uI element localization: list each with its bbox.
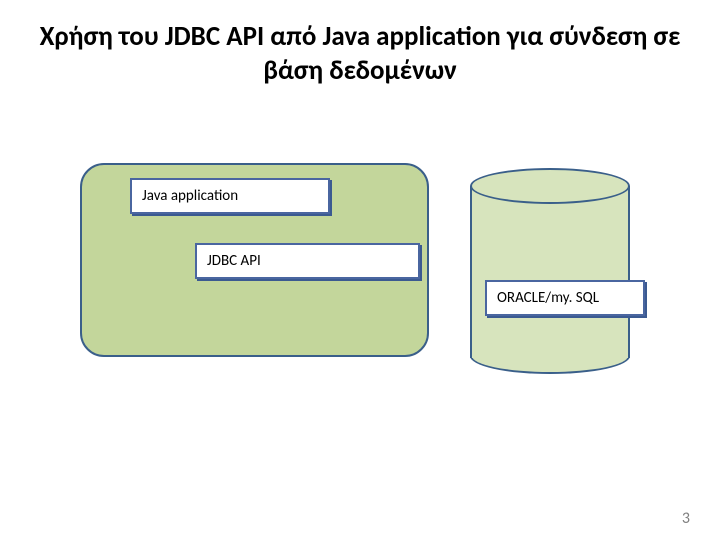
diagram-area: Java application JDBC API ORACLE/my. SQL	[0, 88, 720, 508]
java-application-box: Java application	[130, 178, 330, 214]
database-cylinder-bottom	[470, 338, 630, 374]
jdbc-api-label: JDBC API	[195, 243, 420, 279]
database-cylinder-icon	[470, 168, 630, 358]
page-number: 3	[682, 509, 690, 528]
jdbc-api-box: JDBC API	[195, 243, 420, 279]
java-application-label: Java application	[130, 178, 330, 214]
oracle-mysql-box: ORACLE/my. SQL	[485, 280, 645, 316]
oracle-mysql-label: ORACLE/my. SQL	[485, 280, 645, 316]
database-cylinder-top	[470, 168, 630, 204]
slide-title: Χρήση του JDBC API από Java application …	[0, 0, 720, 88]
